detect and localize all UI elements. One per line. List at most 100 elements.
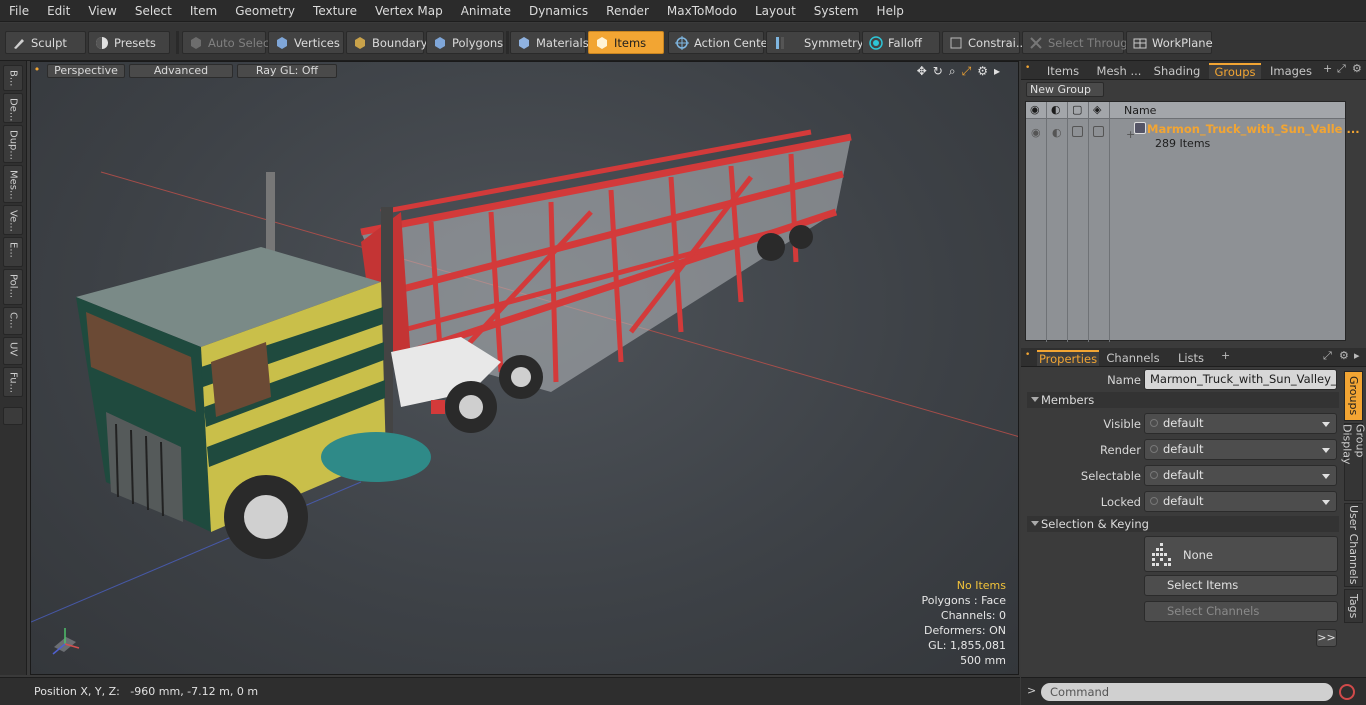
tab-lists[interactable]: Lists [1165, 350, 1217, 366]
left-tab-edge[interactable]: E... [3, 237, 23, 267]
key-none-button[interactable]: None [1144, 536, 1338, 572]
expand-icon-2[interactable]: ⤢ [1323, 349, 1332, 363]
menu-file[interactable]: File [0, 0, 38, 22]
tab-mesh[interactable]: Mesh ... [1091, 63, 1147, 79]
menu-item[interactable]: Item [181, 0, 226, 22]
polygons-button[interactable]: Polygons [426, 31, 504, 54]
presets-button[interactable]: Presets [88, 31, 170, 54]
select-items-button[interactable]: Select Items [1144, 575, 1338, 596]
lock-icon[interactable]: ◈ [1093, 103, 1101, 116]
add-tab-icon[interactable]: + [1323, 62, 1332, 75]
menu-render[interactable]: Render [597, 0, 658, 22]
menu-vertex-map[interactable]: Vertex Map [366, 0, 452, 22]
vtab-user-channels[interactable]: User Channels [1344, 503, 1363, 587]
perspective-dropdown[interactable]: Perspective [47, 64, 125, 78]
zoom-icon[interactable]: ⌕ [949, 64, 956, 79]
select-toggle-icon[interactable] [1072, 126, 1083, 137]
deformers-label: Deformers: ON [924, 624, 1006, 637]
tab-properties[interactable]: Properties [1037, 350, 1099, 366]
tab-items[interactable]: Items [1037, 63, 1089, 79]
tab-groups[interactable]: Groups [1209, 63, 1261, 79]
render-toggle-icon[interactable]: ◐ [1052, 126, 1062, 139]
materials-button[interactable]: Materials [510, 31, 589, 54]
vertices-button[interactable]: Vertices 1 [268, 31, 351, 54]
render-dropdown[interactable]: default [1144, 439, 1337, 460]
left-tab-vertex[interactable]: Ve... [3, 205, 23, 235]
tab-shading[interactable]: Shading [1149, 63, 1205, 79]
select-channels-button[interactable]: Select Channels [1144, 601, 1338, 622]
name-label: Name [1107, 373, 1141, 387]
tab-images[interactable]: Images [1263, 63, 1319, 79]
left-tab-fusion[interactable]: Fu... [3, 367, 23, 397]
group-name-field[interactable]: Marmon_Truck_with_Sun_Valley_Car_ [1144, 369, 1337, 390]
advanced-dropdown[interactable]: Advanced [129, 64, 233, 78]
menu-view[interactable]: View [79, 0, 125, 22]
left-tab-curve[interactable]: C... [3, 307, 23, 335]
more-button[interactable]: >> [1316, 629, 1337, 647]
tab-channels[interactable]: Channels [1103, 350, 1163, 366]
workplane-button[interactable]: WorkPlane [1126, 31, 1213, 54]
gear-icon-2[interactable]: ⚙ [1339, 349, 1349, 362]
menu-animate[interactable]: Animate [452, 0, 520, 22]
workplane-icon [1133, 36, 1147, 50]
action-center-button[interactable]: Action Center [668, 31, 772, 54]
menu-system[interactable]: System [805, 0, 868, 22]
vtab-tags[interactable]: Tags [1344, 589, 1363, 623]
visibility-icon[interactable]: ◉ [1031, 126, 1041, 139]
arrow-right-icon[interactable]: ▸ [1354, 349, 1360, 362]
left-tab-basic[interactable]: B... [3, 65, 23, 91]
falloff-button[interactable]: Falloff [862, 31, 940, 54]
channels-label: Channels: 0 [940, 609, 1006, 622]
visible-dropdown[interactable]: default [1144, 413, 1337, 434]
constraints-button[interactable]: Constrai... [942, 31, 1027, 54]
panel-menu-dot[interactable]: • [1025, 63, 1030, 73]
vtab-groups[interactable]: Groups [1344, 371, 1363, 421]
new-group-button[interactable]: New Group [1026, 82, 1104, 97]
raygl-dropdown[interactable]: Ray GL: Off [237, 64, 337, 78]
locked-dropdown[interactable]: default [1144, 491, 1337, 512]
maximize-icon[interactable]: ⤢ [962, 64, 972, 79]
render-icon[interactable]: ◐ [1051, 103, 1061, 116]
auto-select-button[interactable]: Auto Select [182, 31, 274, 54]
menu-maxtomodo[interactable]: MaxToModo [658, 0, 746, 22]
menu-edit[interactable]: Edit [38, 0, 79, 22]
menu-texture[interactable]: Texture [304, 0, 366, 22]
panel-menu-dot-2[interactable]: • [1025, 350, 1030, 360]
menu-dynamics[interactable]: Dynamics [520, 0, 597, 22]
vtab-group-display[interactable]: Group Display [1341, 423, 1366, 501]
left-tab-deform[interactable]: De... [3, 93, 23, 123]
selectable-dropdown[interactable]: default [1144, 465, 1337, 486]
eye-icon[interactable]: ◉ [1030, 103, 1040, 116]
menu-layout[interactable]: Layout [746, 0, 805, 22]
menu-geometry[interactable]: Geometry [226, 0, 304, 22]
group-row[interactable]: ◉ ◐ + Marmon_Truck_with_Sun_Valle ... 28… [1026, 120, 1360, 152]
menu-select[interactable]: Select [126, 0, 181, 22]
gear-icon[interactable]: ⚙ [1352, 62, 1362, 75]
3d-viewport[interactable]: • Perspective Advanced Ray GL: Off ✥ ↻ ⌕… [30, 61, 1019, 675]
selection-keying-section[interactable]: Selection & Keying [1027, 516, 1339, 532]
left-tab-uv[interactable]: UV [3, 337, 23, 365]
left-tab-polygon[interactable]: Pol... [3, 269, 23, 305]
viewport-menu-dot[interactable]: • [33, 64, 41, 78]
sculpt-button[interactable]: Sculpt [5, 31, 86, 54]
cube-icon[interactable]: ▢ [1072, 103, 1082, 116]
record-icon[interactable] [1339, 684, 1355, 700]
add-prop-tab-icon[interactable]: + [1221, 349, 1230, 362]
pan-icon[interactable]: ✥ [917, 64, 927, 79]
members-section[interactable]: Members [1027, 392, 1339, 408]
rotate-icon[interactable]: ↻ [933, 64, 943, 79]
items-button[interactable]: Items [588, 31, 664, 54]
left-tab-mesh-edit[interactable]: Mes... [3, 165, 23, 203]
symmetry-button[interactable]: Symmetry [766, 31, 864, 54]
groups-list: ◉ ◐ ▢ ◈ Name ◉ ◐ + Marmon_Truck_with_Sun… [1025, 101, 1360, 342]
expand-icon[interactable]: ⤢ [1337, 62, 1346, 76]
gear-icon[interactable]: ⚙ [977, 64, 988, 79]
lock-toggle-icon[interactable] [1093, 126, 1104, 137]
select-through-button[interactable]: Select Through [1022, 31, 1135, 54]
command-input[interactable]: Command [1041, 683, 1333, 701]
left-tab-extra[interactable] [3, 407, 23, 425]
left-tab-duplicate[interactable]: Dup... [3, 125, 23, 163]
play-icon[interactable]: ▸ [994, 64, 1000, 79]
boundary-button[interactable]: Boundary [346, 31, 427, 54]
menu-help[interactable]: Help [868, 0, 913, 22]
